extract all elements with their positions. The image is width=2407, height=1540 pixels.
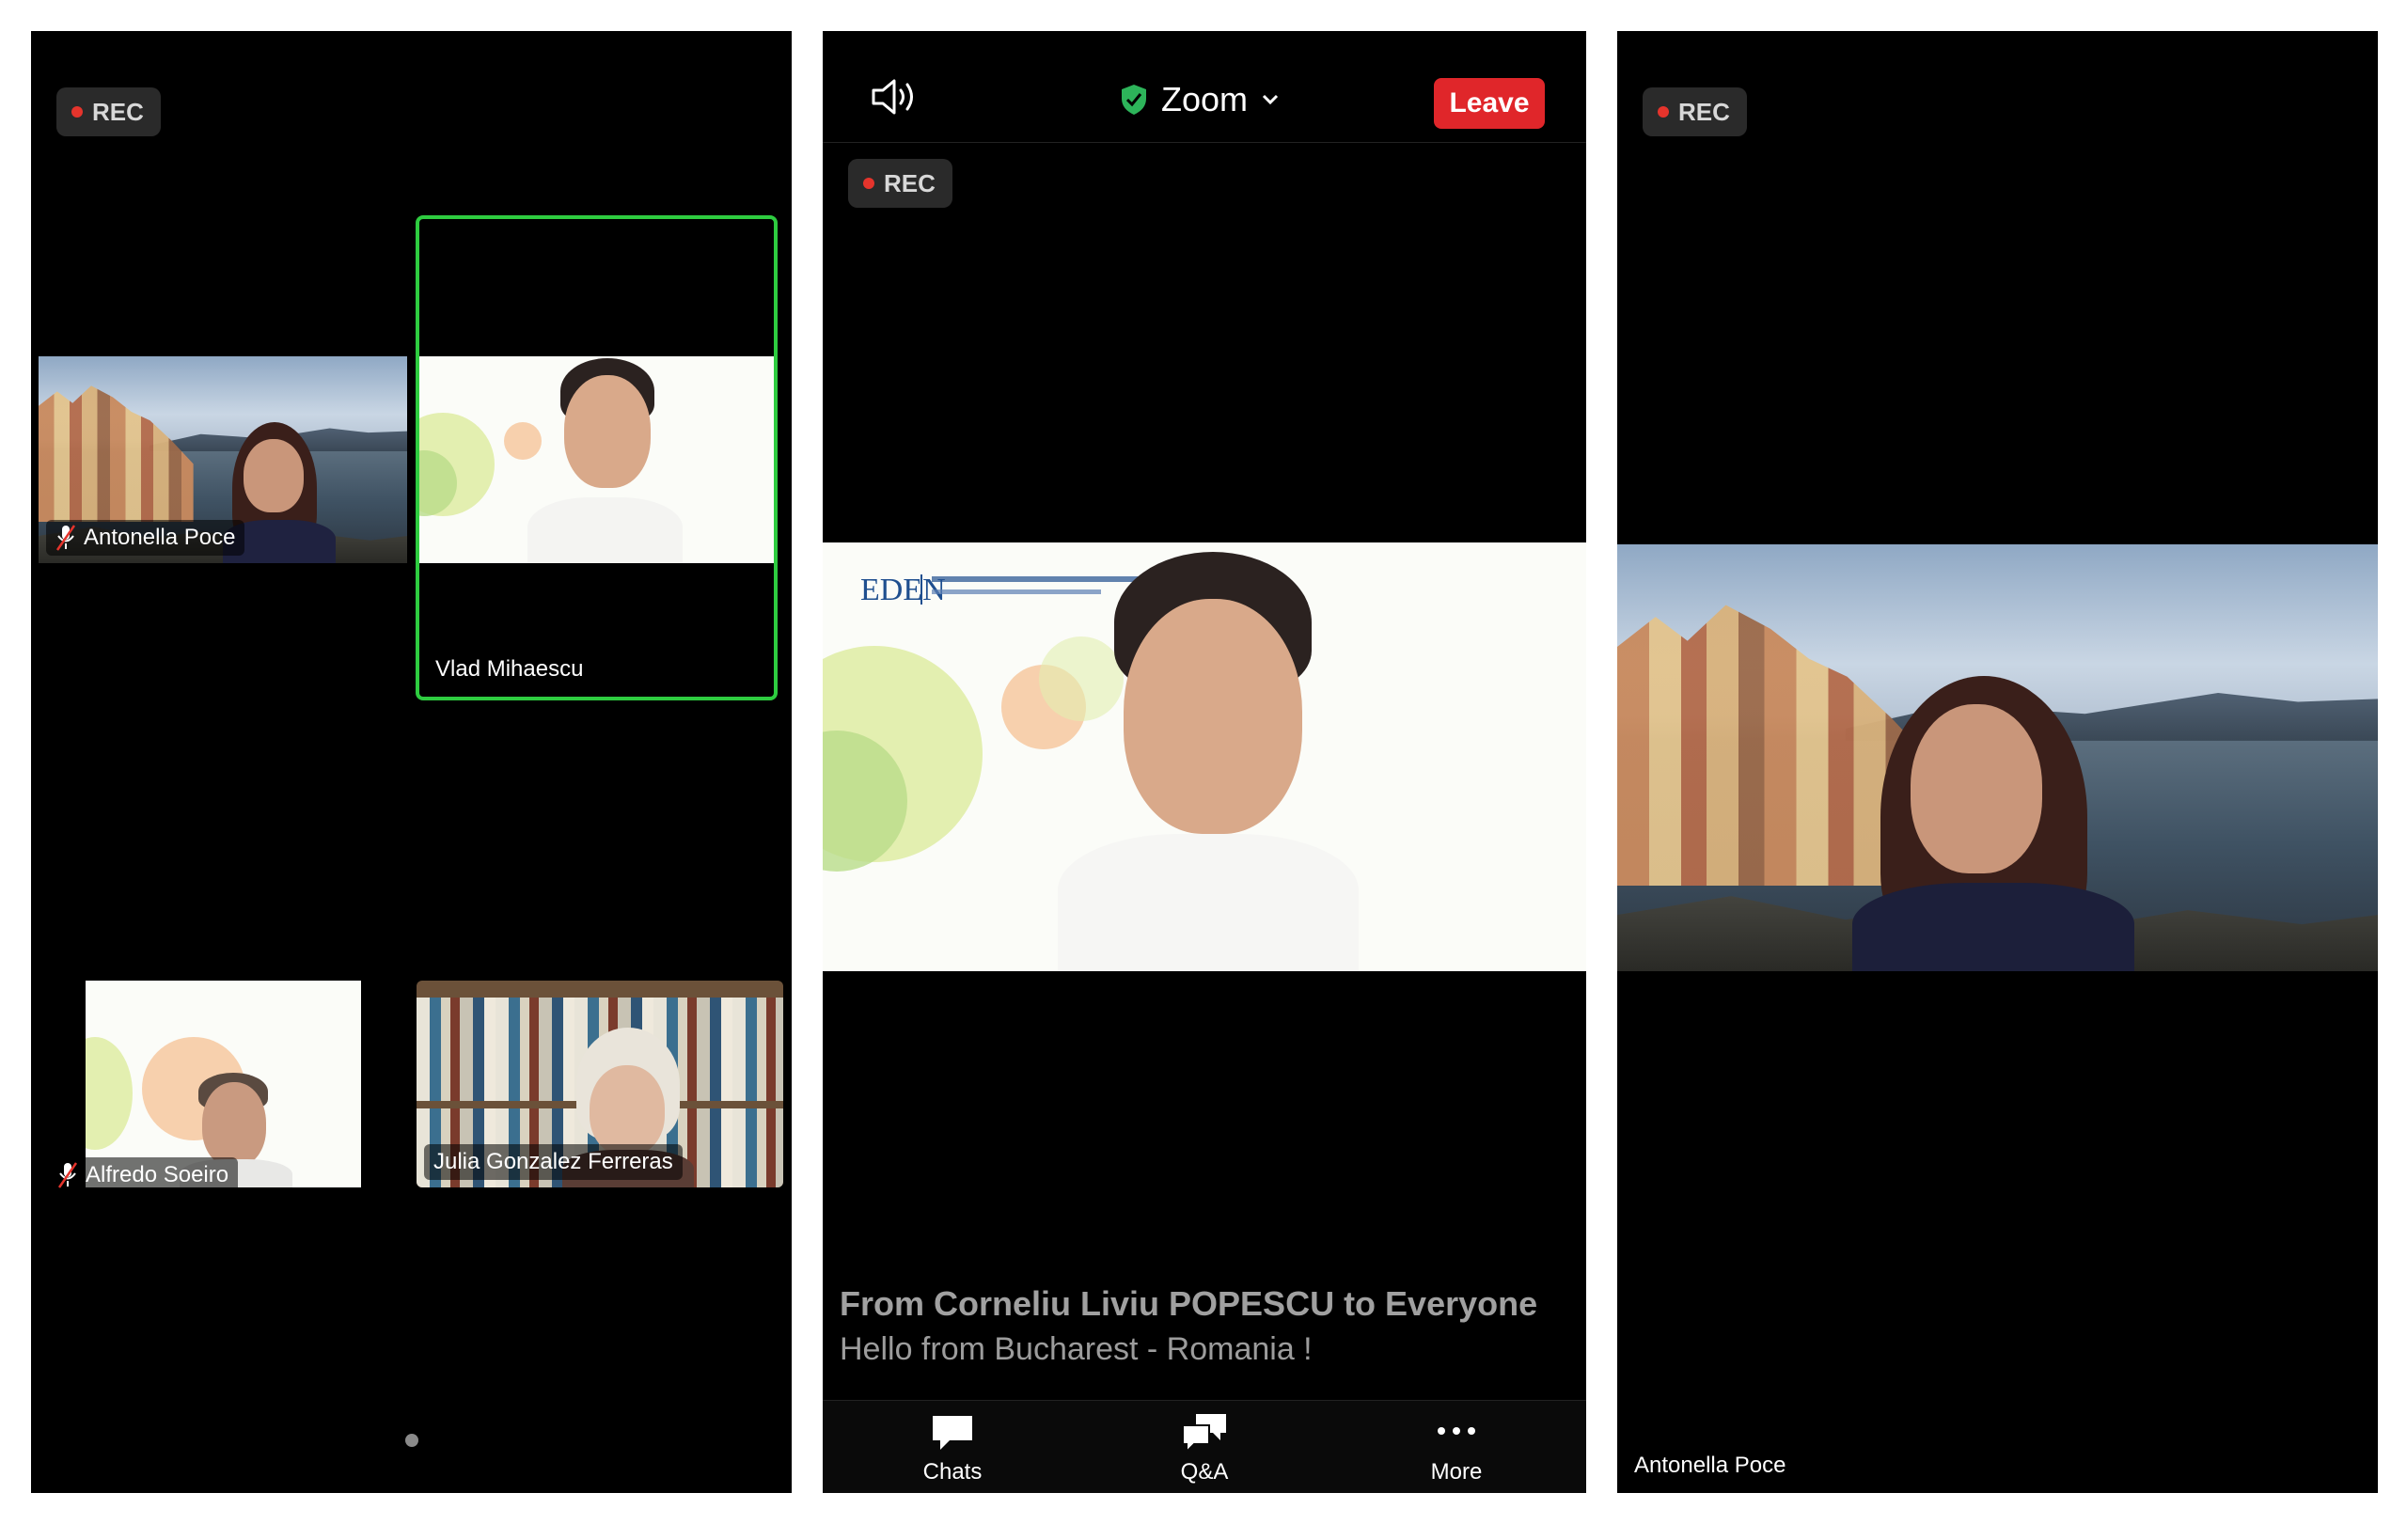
- qa-button[interactable]: Q&A: [1148, 1412, 1261, 1485]
- qa-label: Q&A: [1180, 1459, 1229, 1485]
- chevron-down-icon: [1262, 94, 1279, 105]
- chat-sender: From Corneliu Liviu POPESCU to Everyone: [840, 1284, 1538, 1323]
- recording-label: REC: [92, 97, 144, 126]
- meeting-top-bar: Zoom Leave: [823, 31, 1586, 143]
- speaker-view-panel-antonella: REC Antonella Poce: [1617, 31, 2378, 1493]
- participant-name: Alfredo Soeiro: [86, 1162, 229, 1187]
- recording-dot-icon: [1658, 106, 1669, 118]
- meeting-bottom-toolbar: Chats Q&A More: [823, 1400, 1586, 1493]
- participant-tile-antonella[interactable]: Antonella Poce: [39, 356, 407, 563]
- speaker-audio-icon[interactable]: [870, 76, 922, 118]
- participant-name-chip: Julia Gonzalez Ferreras: [424, 1144, 683, 1180]
- participant-name: Julia Gonzalez Ferreras: [433, 1149, 673, 1174]
- gallery-view-panel: REC Antonella Poce Vlad Mihaescu Alfredo…: [31, 31, 792, 1493]
- participant-name-chip: Vlad Mihaescu: [426, 652, 592, 687]
- participant-video: [1058, 552, 1359, 971]
- more-label: More: [1430, 1459, 1483, 1485]
- recording-label: REC: [1678, 97, 1730, 126]
- participant-name-chip: Antonella Poce: [1625, 1448, 1795, 1484]
- participant-name: Antonella Poce: [1634, 1453, 1786, 1478]
- recording-dot-icon: [863, 178, 874, 189]
- participant-name-chip: Alfredo Soeiro: [48, 1157, 239, 1193]
- participant-tile-julia[interactable]: Julia Gonzalez Ferreras: [417, 981, 783, 1187]
- mic-muted-icon: [55, 525, 76, 551]
- participant-video: [1852, 676, 2134, 971]
- participant-tile-alfredo[interactable]: [86, 981, 361, 1187]
- leave-button[interactable]: Leave: [1434, 78, 1545, 129]
- participant-name: Vlad Mihaescu: [435, 656, 584, 682]
- security-shield-icon: [1122, 85, 1146, 115]
- participant-name-chip: Antonella Poce: [46, 520, 245, 556]
- recording-dot-icon: [71, 106, 83, 118]
- participant-name: Antonella Poce: [84, 525, 236, 550]
- qa-bubbles-icon: [1182, 1414, 1226, 1454]
- meeting-title-dropdown[interactable]: Zoom: [1120, 80, 1280, 119]
- speaker-view-panel: Zoom Leave REC EDEN From Corneliu Liviu …: [823, 31, 1586, 1493]
- chats-button[interactable]: Chats: [896, 1412, 1009, 1485]
- mic-muted-icon: [57, 1162, 78, 1188]
- page-indicator-dot[interactable]: [405, 1434, 418, 1447]
- chat-bubble-icon: [933, 1416, 972, 1450]
- recording-badge: REC: [56, 87, 161, 136]
- more-dots-icon: [1438, 1427, 1475, 1435]
- active-speaker-video: EDEN: [823, 542, 1586, 971]
- chats-label: Chats: [922, 1459, 983, 1485]
- chat-message: Hello from Bucharest - Romania !: [840, 1331, 1313, 1367]
- active-speaker-border: [416, 215, 778, 700]
- recording-badge: REC: [848, 159, 952, 208]
- active-speaker-video: [1617, 544, 2378, 971]
- recording-badge: REC: [1643, 87, 1747, 136]
- recording-label: REC: [884, 168, 936, 197]
- more-button[interactable]: More: [1400, 1412, 1513, 1485]
- meeting-title: Zoom: [1161, 80, 1249, 118]
